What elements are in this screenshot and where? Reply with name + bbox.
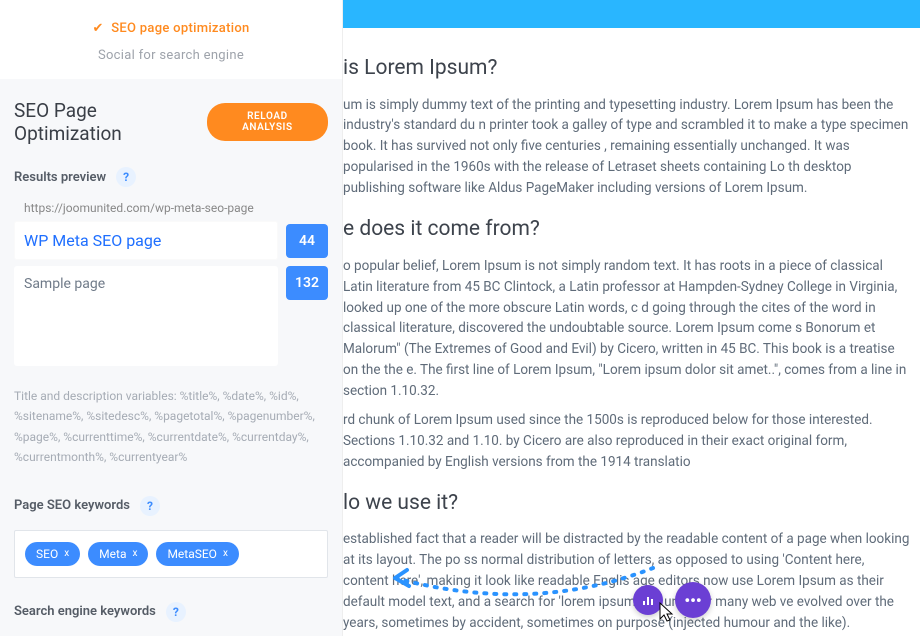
tab-social-for-search-engine[interactable]: Social for search engine <box>98 42 244 69</box>
keyword-chip-remove-icon[interactable]: x <box>64 548 69 559</box>
panel-title: SEO Page Optimization <box>14 99 207 145</box>
tab-seo-page-optimization[interactable]: ✔ SEO page optimization <box>92 15 249 42</box>
preview-paragraph: established fact that a reader will be d… <box>343 529 912 634</box>
variables-help-text: Title and description variables: %title%… <box>14 386 328 468</box>
seo-panel: SEO Page Optimization RELOAD ANALYSIS Re… <box>0 79 342 636</box>
keyword-chip[interactable]: Meta x <box>88 542 148 566</box>
preview-heading: lo we use it? <box>343 487 912 520</box>
preview-heading: is Lorem Ipsum? <box>343 52 912 85</box>
help-icon[interactable]: ? <box>166 602 186 622</box>
preview-heading: e does it come from? <box>343 213 912 246</box>
search-engine-keywords-label: Search engine keywords <box>14 604 156 619</box>
keyword-chip-label: MetaSEO <box>167 547 217 561</box>
keyword-chip[interactable]: SEO x <box>25 542 80 566</box>
more-actions-fab[interactable]: ••• <box>675 582 711 618</box>
description-char-count: 132 <box>286 266 328 300</box>
preview-url: https://joomunited.com/wp-meta-seo-page <box>24 201 328 215</box>
seo-sidebar: ✔ SEO page optimization Social for searc… <box>0 0 343 636</box>
results-preview-section: Results preview ? https://joomunited.com… <box>14 167 328 468</box>
help-icon[interactable]: ? <box>140 496 160 516</box>
keyword-chip[interactable]: MetaSEO x <box>156 542 238 566</box>
tab-label: SEO page optimization <box>111 21 249 36</box>
chart-icon <box>641 593 655 607</box>
page-seo-keywords-section: Page SEO keywords ? SEO x Meta x MetaSEO… <box>14 496 328 578</box>
preview-paragraph: um is simply dummy text of the printing … <box>343 95 912 200</box>
sidebar-tabs: ✔ SEO page optimization Social for searc… <box>0 0 342 79</box>
cursor-icon <box>656 601 676 628</box>
page-preview: is Lorem Ipsum? um is simply dummy text … <box>343 0 920 636</box>
keywords-input[interactable]: SEO x Meta x MetaSEO x <box>14 530 328 578</box>
keyword-chip-remove-icon[interactable]: x <box>223 548 228 559</box>
keyword-chip-remove-icon[interactable]: x <box>132 548 137 559</box>
title-char-count: 44 <box>286 224 328 258</box>
ellipsis-icon: ••• <box>684 591 701 610</box>
reload-analysis-button[interactable]: RELOAD ANALYSIS <box>207 103 328 141</box>
seo-description-input[interactable]: Sample page <box>14 266 278 366</box>
keyword-chip-label: Meta <box>99 547 126 561</box>
help-icon[interactable]: ? <box>116 167 136 187</box>
page-seo-keywords-label: Page SEO keywords <box>14 498 130 513</box>
preview-paragraph: o popular belief, Lorem Ipsum is not sim… <box>343 256 912 402</box>
preview-header-bar <box>343 0 920 28</box>
preview-content: is Lorem Ipsum? um is simply dummy text … <box>343 28 920 636</box>
results-preview-label: Results preview <box>14 170 106 185</box>
check-icon: ✔ <box>92 21 103 36</box>
seo-title-input[interactable] <box>14 221 278 260</box>
search-engine-keywords-section: Search engine keywords ? 256 <box>14 602 328 636</box>
preview-paragraph: rd chunk of Lorem Ipsum used since the 1… <box>343 410 912 473</box>
keyword-chip-label: SEO <box>36 547 58 561</box>
